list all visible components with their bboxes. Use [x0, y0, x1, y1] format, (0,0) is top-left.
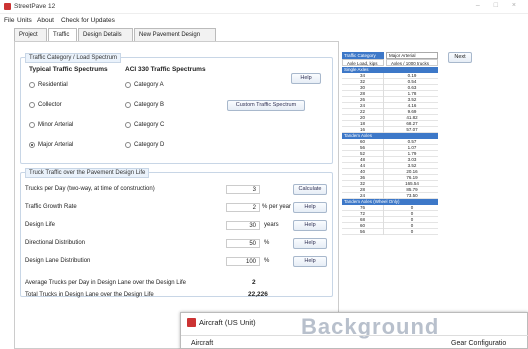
spectrum-table-header: Traffic Category Major Arterial Axle Loa… [342, 52, 438, 66]
traffic-category-head-value: Major Arterial [386, 52, 438, 59]
directional-distribution-label: Directional Distribution [25, 240, 86, 246]
radio-major-arterial[interactable]: Major Arterial [29, 142, 73, 148]
radio-category-b[interactable]: Category B [125, 102, 164, 108]
radio-dot-selected [29, 142, 35, 148]
directional-distribution-unit: % [264, 240, 270, 246]
avg-trucks-value: 2 [252, 279, 256, 286]
radio-label: Category D [134, 142, 165, 148]
typical-spectrums-heading: Typical Traffic Spectrums [29, 66, 108, 73]
aircraft-window-title: Aircraft (US Unit) [199, 318, 256, 327]
menu-about[interactable]: About [37, 17, 54, 24]
radio-residential[interactable]: Residential [29, 82, 68, 88]
window-controls[interactable]: – □ × [476, 2, 522, 9]
radio-label: Category C [134, 122, 165, 128]
aircraft-column-header: Aircraft [191, 340, 214, 347]
background-watermark: Background [301, 314, 440, 339]
truck-traffic-title: Truck Traffic over the Pavement Design L… [25, 168, 150, 178]
menu-check-updates[interactable]: Check for Updates [61, 17, 115, 24]
traffic-category-title: Traffic Category / Load Spectrum [25, 53, 122, 63]
spectrum-table: Traffic Category Major Arterial Axle Loa… [342, 52, 438, 349]
avg-trucks-label: Average Trucks per Day in Design Lane ov… [25, 280, 186, 286]
growth-rate-input[interactable]: 2 [226, 203, 260, 212]
growth-rate-unit: % per year [262, 204, 292, 210]
radio-label: Collector [38, 102, 62, 108]
tab-design-details[interactable]: Design Details [78, 28, 133, 41]
design-life-unit: years [264, 222, 279, 228]
radio-label: Major Arterial [38, 142, 74, 148]
design-life-help-button[interactable]: Help [293, 220, 327, 231]
next-button[interactable]: Next [448, 52, 472, 63]
design-life-input[interactable]: 30 [226, 221, 260, 230]
trucks-per-day-input[interactable]: 3 [226, 185, 260, 194]
radio-minor-arterial[interactable]: Minor Arterial [29, 122, 73, 128]
design-lane-distribution-unit: % [264, 258, 270, 264]
aci-spectrums-heading: ACI 330 Traffic Spectrums [125, 66, 206, 73]
menu-bar: File Units About Check for Updates [0, 15, 528, 26]
radio-collector[interactable]: Collector [29, 102, 62, 108]
radio-dot [125, 142, 131, 148]
aircraft-window-icon [187, 318, 196, 327]
gear-configuration-column-header: Gear Configuratio [451, 340, 507, 347]
axle-load-cell: 56 [342, 229, 384, 235]
total-trucks-value: 22,226 [248, 291, 268, 298]
axle-load-column-header: Axle Load, kips [342, 59, 384, 66]
growth-rate-help-button[interactable]: Help [293, 202, 327, 213]
radio-dot [125, 82, 131, 88]
tab-new-pavement-design[interactable]: New Pavement Design [134, 28, 216, 41]
design-lane-distribution-label: Design Lane Distribution [25, 258, 91, 264]
axles-per-1000-column-header: Axles / 1000 trucks [386, 59, 438, 66]
traffic-category-group: Traffic Category / Load Spectrum Typical… [20, 53, 333, 164]
category-help-button[interactable]: Help [291, 73, 321, 84]
tab-traffic[interactable]: Traffic [48, 28, 77, 42]
radio-label: Category A [134, 82, 164, 88]
window-title: StreetPave 12 [14, 3, 56, 10]
design-life-label: Design Life [25, 222, 56, 228]
directional-distribution-help-button[interactable]: Help [293, 238, 327, 249]
radio-category-c[interactable]: Category C [125, 122, 164, 128]
traffic-category-head-label: Traffic Category [342, 52, 384, 59]
aircraft-window: Aircraft (US Unit) Background Aircraft G… [180, 312, 528, 349]
radio-label: Category B [134, 102, 165, 108]
custom-traffic-spectrum-button[interactable]: Custom Traffic Spectrum [227, 100, 305, 111]
radio-dot [29, 102, 35, 108]
spectrum-table-row: 56 0 [342, 229, 438, 235]
trucks-per-day-label: Trucks per Day (two-way, at time of cons… [25, 186, 155, 192]
app-icon [4, 3, 11, 10]
title-bar: StreetPave 12 – □ × [0, 0, 528, 14]
radio-dot [125, 122, 131, 128]
radio-category-d[interactable]: Category D [125, 142, 164, 148]
radio-dot [125, 102, 131, 108]
radio-label: Residential [38, 82, 68, 88]
design-lane-distribution-input[interactable]: 100 [226, 257, 260, 266]
radio-category-a[interactable]: Category A [125, 82, 164, 88]
design-lane-distribution-help-button[interactable]: Help [293, 256, 327, 267]
truck-traffic-group: Truck Traffic over the Pavement Design L… [20, 168, 333, 298]
menu-units[interactable]: Units [17, 17, 32, 24]
radio-dot [29, 82, 35, 88]
traffic-panel: Traffic Category / Load Spectrum Typical… [14, 41, 339, 349]
directional-distribution-input[interactable]: 50 [226, 239, 260, 248]
axles-per-1000-cell[interactable]: 0 [386, 229, 438, 235]
growth-rate-label: Traffic Growth Rate [25, 204, 77, 210]
radio-dot [29, 122, 35, 128]
radio-label: Minor Arterial [38, 122, 74, 128]
divider [181, 335, 528, 336]
tab-project[interactable]: Project [14, 28, 47, 41]
total-trucks-label: Total Trucks in Design Lane over the Des… [25, 292, 154, 298]
menu-file[interactable]: File [4, 17, 14, 24]
calculate-button[interactable]: Calculate [293, 184, 327, 195]
